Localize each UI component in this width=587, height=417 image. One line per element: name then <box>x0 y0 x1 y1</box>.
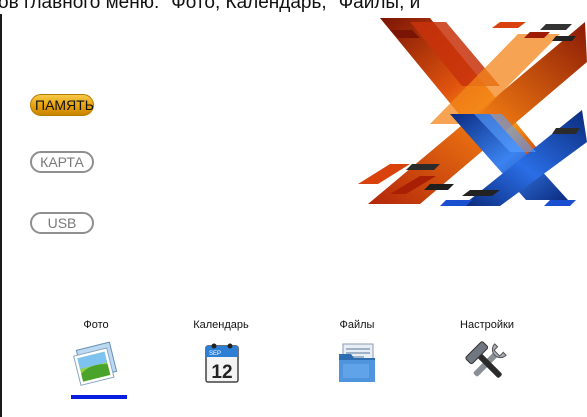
usb-source-button[interactable]: USB <box>30 212 94 234</box>
orange-x-shape <box>358 18 587 204</box>
folder-icon <box>339 343 375 382</box>
menu-item-label: Календарь <box>193 319 249 331</box>
menu-item-label: Настройки <box>460 319 514 331</box>
memory-source-button[interactable]: ПАМЯТЬ <box>30 94 94 116</box>
main-menu-screen: ов главного меню: "Фото, Календарь, "Фай… <box>0 0 587 417</box>
tools-icon <box>465 341 507 378</box>
menu-item-files[interactable]: Файлы <box>312 318 402 398</box>
selected-menu-indicator <box>71 395 127 399</box>
screen-left-border <box>0 14 2 417</box>
calendar-month: SEP <box>209 351 221 357</box>
card-source-button[interactable]: КАРТА <box>30 151 94 173</box>
photo-icon <box>73 341 118 386</box>
calendar-day: 12 <box>211 362 232 383</box>
calendar-icon: SEP 12 <box>205 343 239 383</box>
top-caption-text: ов главного меню: "Фото, Календарь, "Фай… <box>0 0 421 13</box>
menu-item-settings[interactable]: Настройки <box>442 318 532 398</box>
menu-item-calendar[interactable]: Календарь SEP 12 <box>176 318 266 398</box>
menu-item-label: Фото <box>83 319 109 331</box>
brand-x-logo <box>358 18 587 206</box>
menu-item-photo[interactable]: Фото <box>51 318 141 398</box>
menu-item-label: Файлы <box>339 319 375 331</box>
